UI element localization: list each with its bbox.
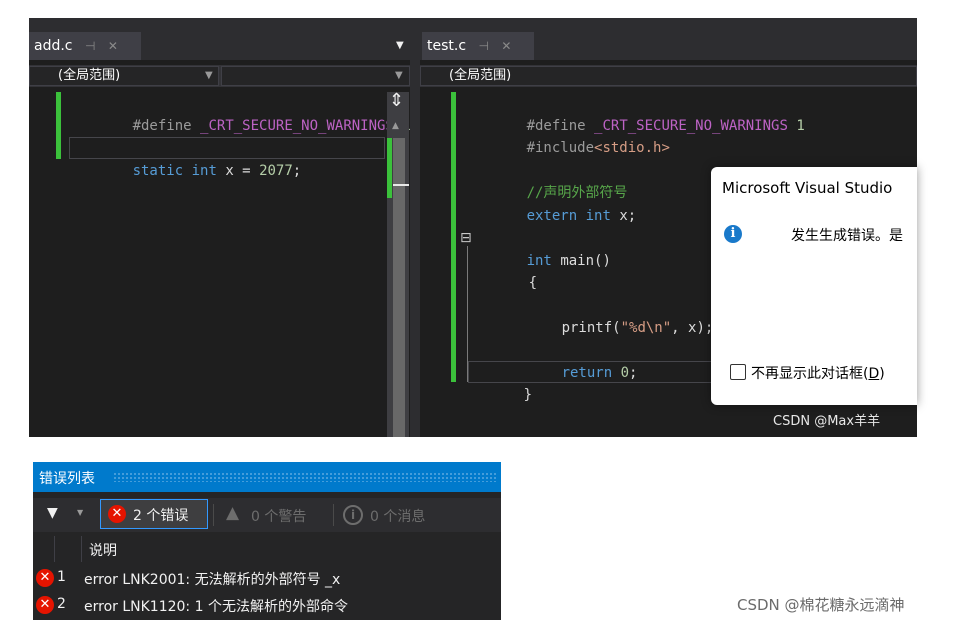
collapse-icon[interactable]: ⊟: [460, 227, 472, 249]
error-icon: ✕: [108, 505, 126, 523]
error-row[interactable]: ✕ 1 error LNK2001: 无法解析的外部符号 _x: [33, 566, 501, 590]
error-row-description: error LNK2001: 无法解析的外部符号 _x: [84, 572, 341, 588]
scroll-position-marker: [393, 184, 409, 186]
chevron-down-icon: ▼: [395, 70, 403, 81]
dialog-title: Microsoft Visual Studio: [722, 179, 893, 197]
current-line-highlight: [69, 137, 385, 159]
error-row[interactable]: ✕ 2 error LNK1120: 1 个无法解析的外部命令: [33, 593, 501, 617]
error-list-title: 错误列表: [39, 471, 95, 487]
scroll-up-icon[interactable]: ▲: [392, 121, 399, 131]
filter-icon[interactable]: ▼: [47, 505, 58, 521]
toolbar-separator: [333, 504, 334, 526]
error-icon: ✕: [36, 569, 54, 587]
error-list-toolbar: ▼ ▼ ✕ 2 个错误 ▲ 0 个警告 i 0 个消息: [33, 498, 501, 532]
left-editor-pane: add.c ⊣ ✕ ▼ (全局范围) ▼ ▼ #define _CRT_SECU…: [29, 18, 411, 437]
scope-dropdown[interactable]: (全局范围): [420, 66, 917, 86]
warnings-filter-button[interactable]: 0 个警告: [251, 506, 306, 526]
column-divider: [54, 536, 55, 562]
chevron-down-icon: ▼: [205, 70, 213, 81]
change-bar: [56, 92, 61, 159]
close-icon[interactable]: ✕: [501, 39, 511, 53]
column-header-description[interactable]: 说明: [89, 540, 117, 560]
scope-label: (全局范围): [449, 68, 512, 83]
member-dropdown[interactable]: ▼: [221, 66, 410, 86]
column-header-row: 说明: [33, 536, 501, 562]
tab-list-dropdown-icon[interactable]: ▼: [396, 40, 404, 51]
scroll-marker: [387, 138, 392, 198]
dont-show-again-label[interactable]: 不再显示此对话框(D): [751, 363, 885, 383]
scrollbar-thumb[interactable]: [393, 138, 405, 437]
info-icon: i: [724, 225, 742, 243]
tab-test-c[interactable]: test.c ⊣ ✕: [422, 32, 534, 60]
error-list-panel: 错误列表 ▼ ▼ ✕ 2 个错误 ▲ 0 个警告 i 0 个消息 说明 ✕ 1 …: [33, 462, 501, 620]
messages-filter-button[interactable]: 0 个消息: [370, 506, 425, 526]
toolbar-separator: [213, 504, 214, 526]
pin-icon[interactable]: ⊣: [85, 39, 95, 53]
pin-icon[interactable]: ⊣: [479, 39, 489, 53]
tab-label: test.c: [427, 38, 467, 54]
error-row-number: 2: [57, 596, 66, 612]
error-row-description: error LNK1120: 1 个无法解析的外部命令: [84, 599, 348, 615]
tab-label: add.c: [34, 38, 73, 54]
error-row-number: 1: [57, 569, 66, 585]
dialog-message: 发生生成错误。是: [791, 228, 903, 244]
scope-label: (全局范围): [58, 68, 121, 83]
tab-add-c[interactable]: add.c ⊣ ✕: [29, 32, 141, 60]
message-icon: i: [343, 505, 363, 525]
column-divider: [81, 536, 82, 562]
pane-splitter[interactable]: [410, 18, 420, 437]
errors-filter-label: 2 个错误: [133, 508, 189, 524]
error-icon: ✕: [36, 596, 54, 614]
warning-icon: ▲: [226, 503, 240, 523]
dont-show-again-checkbox[interactable]: [730, 364, 746, 380]
code-line-13: }: [523, 386, 533, 403]
error-list-titlebar[interactable]: 错误列表: [33, 462, 501, 492]
chevron-down-icon[interactable]: ▼: [77, 508, 83, 517]
scope-dropdown[interactable]: (全局范围) ▼: [29, 66, 219, 86]
change-bar: [451, 92, 456, 382]
close-icon[interactable]: ✕: [108, 39, 118, 53]
split-handle-icon[interactable]: ⇕: [389, 92, 404, 110]
message-dialog: Microsoft Visual Studio i 发生生成错误。是 不再显示此…: [711, 167, 917, 405]
errors-filter-button[interactable]: ✕ 2 个错误: [100, 499, 208, 529]
watermark-page: CSDN @棉花糖永远滴神: [737, 596, 905, 614]
watermark-overlay: CSDN @Max羊羊: [773, 414, 881, 429]
titlebar-grip: [113, 472, 497, 482]
